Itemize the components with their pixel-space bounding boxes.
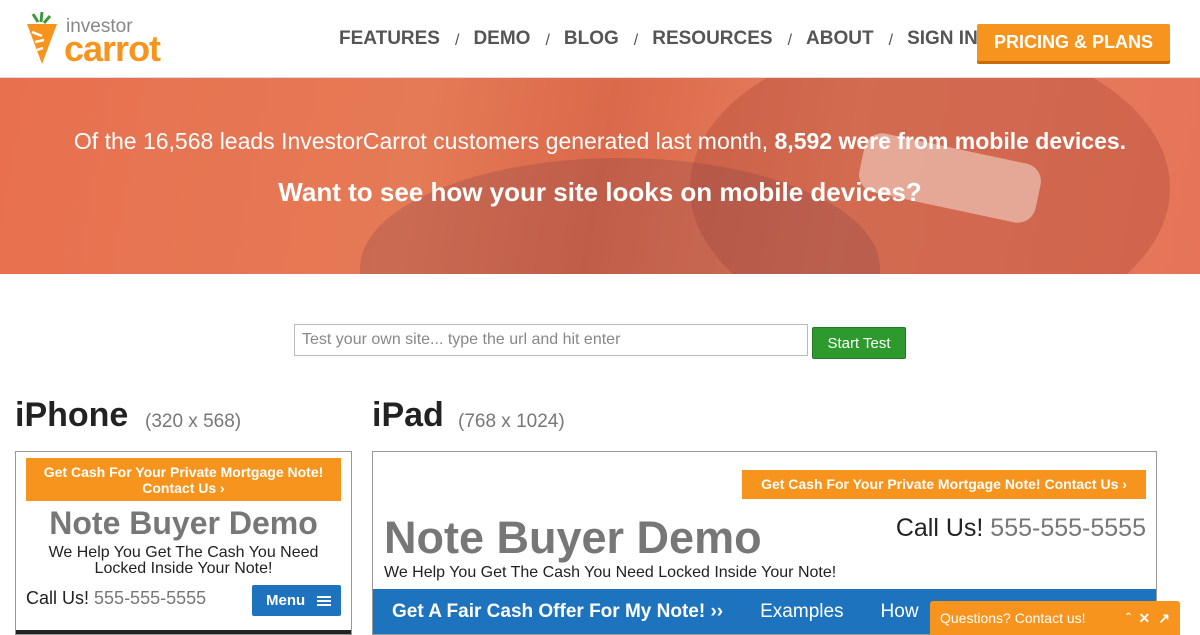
iphone-banner-line1: Get Cash For Your Private Mortgage Note! bbox=[43, 464, 324, 480]
iphone-tagline: We Help You Get The Cash You Need Locked… bbox=[16, 545, 351, 577]
chat-controls: ˆ ✕ ↗ bbox=[1126, 610, 1170, 627]
chat-label: Questions? Contact us! bbox=[940, 610, 1086, 626]
ipad-nav-how[interactable]: How bbox=[881, 601, 919, 623]
ipad-size: (768 x 1024) bbox=[458, 411, 565, 432]
ipad-contact-banner[interactable]: Get Cash For Your Private Mortgage Note!… bbox=[742, 470, 1146, 499]
carrot-icon bbox=[27, 12, 57, 64]
hero-stat-highlight: 8,592 were from mobile devices. bbox=[774, 128, 1127, 154]
nav-separator: / bbox=[545, 32, 550, 49]
iphone-call-label: Call Us! bbox=[26, 588, 90, 608]
ipad-call-us: Call Us! 555-555-5555 bbox=[896, 514, 1146, 543]
chat-widget[interactable]: Questions? Contact us! ˆ ✕ ↗ bbox=[930, 601, 1180, 635]
iphone-tagline-line1: We Help You Get The Cash You Need bbox=[48, 544, 319, 561]
nav-separator: / bbox=[787, 32, 793, 49]
nav-sign-in[interactable]: SIGN IN bbox=[907, 28, 978, 50]
nav-resources[interactable]: RESOURCES bbox=[652, 28, 772, 50]
main-nav: FEATURES / DEMO / BLOG / RESOURCES / ABO… bbox=[339, 28, 978, 50]
logo-big-text: carrot bbox=[64, 28, 161, 69]
nav-separator: / bbox=[888, 32, 894, 49]
hero-banner: Of the 16,568 leads InvestorCarrot custo… bbox=[0, 78, 1200, 274]
start-test-button[interactable]: Start Test bbox=[812, 327, 906, 359]
nav-blog[interactable]: BLOG bbox=[564, 28, 619, 50]
iphone-tagline-line2: Locked Inside Your Note! bbox=[94, 560, 273, 577]
nav-demo[interactable]: DEMO bbox=[473, 28, 530, 50]
iphone-phone-number[interactable]: 555-555-5555 bbox=[94, 588, 206, 608]
iphone-title: iPhone bbox=[15, 396, 129, 434]
ipad-title: iPad bbox=[372, 396, 444, 434]
iphone-size: (320 x 568) bbox=[145, 411, 242, 432]
iphone-preview-frame[interactable]: Get Cash For Your Private Mortgage Note!… bbox=[15, 451, 352, 635]
ipad-call-label: Call Us! bbox=[895, 514, 984, 542]
nav-features[interactable]: FEATURES bbox=[339, 28, 440, 50]
close-icon[interactable]: ✕ bbox=[1139, 610, 1151, 627]
iphone-contact-banner[interactable]: Get Cash For Your Private Mortgage Note!… bbox=[26, 458, 341, 501]
site-header: investor carrot FEATURES / DEMO / BLOG /… bbox=[0, 0, 1200, 78]
iphone-menu-button[interactable]: Menu bbox=[252, 585, 341, 616]
expand-icon[interactable]: ↗ bbox=[1158, 610, 1170, 627]
ipad-nav-cash-offer[interactable]: Get A Fair Cash Offer For My Note! ›› bbox=[392, 601, 723, 623]
iphone-call-us: Call Us! 555-555-5555 bbox=[26, 588, 206, 609]
pricing-plans-button[interactable]: PRICING & PLANS bbox=[977, 24, 1170, 61]
iphone-banner-line2: Contact Us › bbox=[142, 480, 225, 496]
nav-separator: / bbox=[633, 32, 639, 49]
hero-stat-prefix: Of the 16,568 leads InvestorCarrot custo… bbox=[73, 128, 775, 154]
iphone-site-title: Note Buyer Demo bbox=[49, 505, 318, 541]
investorcarrot-logo[interactable]: investor carrot bbox=[24, 12, 174, 68]
site-url-input[interactable] bbox=[294, 324, 808, 356]
chevron-up-icon[interactable]: ˆ bbox=[1126, 610, 1131, 627]
nav-separator: / bbox=[454, 32, 460, 49]
hamburger-icon bbox=[317, 594, 332, 608]
hero-stat-text: Of the 16,568 leads InvestorCarrot custo… bbox=[0, 128, 1200, 155]
hero-question: Want to see how your site looks on mobil… bbox=[278, 177, 922, 207]
ipad-site-title: Note Buyer Demo bbox=[384, 512, 762, 563]
ipad-nav-examples[interactable]: Examples bbox=[760, 601, 843, 623]
iphone-menu-label: Menu bbox=[266, 592, 306, 609]
ipad-tagline: We Help You Get The Cash You Need Locked… bbox=[384, 564, 837, 581]
iphone-hero-image-edge bbox=[16, 630, 351, 634]
nav-about[interactable]: ABOUT bbox=[806, 28, 874, 50]
ipad-phone-number[interactable]: 555-555-5555 bbox=[990, 514, 1146, 542]
